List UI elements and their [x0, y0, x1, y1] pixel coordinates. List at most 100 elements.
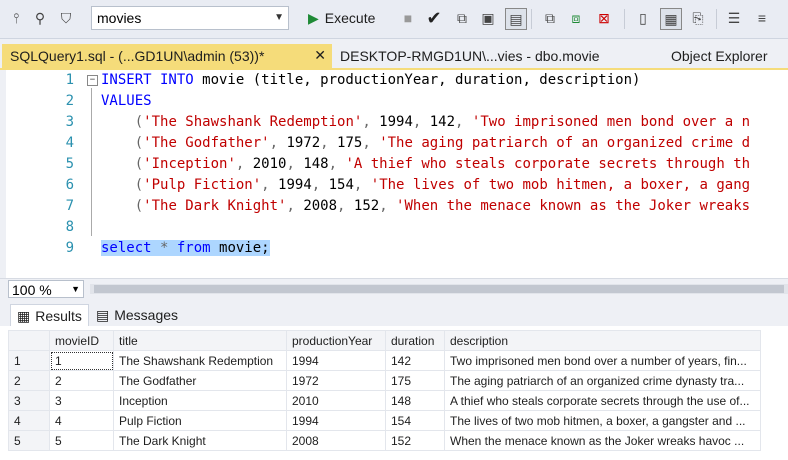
table-cell[interactable]: 1	[49, 350, 114, 371]
table-row[interactable]: 5 5 The Dark Knight 2008 152 When the me…	[8, 430, 761, 451]
tab-object-explorer[interactable]: Object Explorer	[671, 48, 767, 64]
code-text: *	[151, 240, 177, 256]
include-plan-icon[interactable]: ⧈	[566, 8, 586, 28]
row-number[interactable]: 1	[8, 350, 50, 371]
line-number: 1	[65, 72, 74, 88]
pin-icon[interactable]: ⚲	[30, 8, 50, 28]
table-cell[interactable]: 154	[385, 410, 445, 431]
string-literal: 'The Godfather'	[143, 135, 270, 151]
database-select[interactable]: movies ▼	[91, 6, 289, 30]
uncomment-icon[interactable]: ≡	[752, 8, 772, 28]
horizontal-scrollbar[interactable]	[90, 284, 788, 294]
line-number: 7	[65, 198, 74, 214]
code-text: movie;	[210, 240, 270, 256]
string-literal: 'The lives of two mob hitmen, a boxer, a…	[370, 177, 751, 193]
table-cell[interactable]: 175	[385, 370, 445, 391]
table-cell[interactable]: Pulp Fiction	[113, 410, 287, 431]
table-cell[interactable]: 148	[385, 390, 445, 411]
table-cell[interactable]: 142	[385, 350, 445, 371]
table-row[interactable]: 2 2 The Godfather 1972 175 The aging pat…	[8, 370, 761, 391]
tab-results-label: Results	[35, 308, 82, 324]
toolbar-separator	[624, 9, 625, 29]
comment-icon[interactable]: ☰	[724, 8, 744, 28]
query-editor[interactable]: 1 − INSERT INTO movie (title, production…	[0, 70, 788, 278]
number-literal: 154	[328, 177, 354, 193]
row-number[interactable]: 5	[8, 430, 50, 451]
scrollbar-thumb[interactable]	[94, 285, 784, 293]
pin-icon[interactable]: ⫯	[6, 8, 26, 28]
table-cell[interactable]: 3	[49, 390, 114, 411]
keyword: from	[176, 240, 211, 256]
table-cell[interactable]: The aging patriarch of an organized crim…	[444, 370, 761, 391]
chevron-down-icon: ▼	[274, 12, 284, 23]
table-cell[interactable]: 1972	[286, 370, 386, 391]
stop-icon[interactable]: ■	[398, 8, 418, 28]
intellisense-icon[interactable]: ▤	[505, 8, 527, 30]
estimated-plan-icon[interactable]: ⧉	[540, 8, 560, 28]
column-header[interactable]: duration	[385, 330, 445, 351]
table-row[interactable]: 4 4 Pulp Fiction 1994 154 The lives of t…	[8, 410, 761, 431]
results-to-file-icon[interactable]: ⎘	[688, 8, 708, 28]
row-number[interactable]: 4	[8, 410, 50, 431]
string-literal: 'Pulp Fiction'	[143, 177, 262, 193]
results-to-text-icon[interactable]: ▯	[633, 8, 653, 28]
column-header[interactable]: productionYear	[286, 330, 386, 351]
table-row[interactable]: 3 3 Inception 2010 148 A thief who steal…	[8, 390, 761, 411]
tab-movie-table[interactable]: DESKTOP-RMGD1UN\...vies - dbo.movie	[340, 48, 600, 64]
execute-button[interactable]: ▶ Execute	[308, 6, 375, 30]
toolbar: ⫯ ⚲ ⛉ movies ▼ ▶ Execute ■ ✔ ⧉ ▣ ▤ ⧉ ⧈ ⊠…	[0, 0, 788, 39]
tab-sqlquery1[interactable]: SQLQuery1.sql - (...GD1UN\admin (53))* ✕	[2, 44, 332, 68]
zoom-select[interactable]: 100 % ▼	[8, 280, 84, 298]
keyword: VALUES	[101, 93, 152, 109]
column-header[interactable]: description	[444, 330, 761, 351]
table-cell[interactable]: The Dark Knight	[113, 430, 287, 451]
table-cell[interactable]: A thief who steals corporate secrets thr…	[444, 390, 761, 411]
query-options-icon[interactable]: ▣	[478, 8, 498, 28]
keyword: INSERT INTO	[101, 72, 194, 88]
table-cell[interactable]: Inception	[113, 390, 287, 411]
filter-icon[interactable]: ⛉	[56, 8, 76, 28]
database-select-value: movies	[97, 10, 142, 26]
execute-label: Execute	[324, 10, 376, 26]
zoom-value: 100 %	[12, 282, 52, 298]
column-header[interactable]: movieID	[49, 330, 114, 351]
results-grid[interactable]: movieID title productionYear duration de…	[0, 326, 788, 460]
table-cell[interactable]: The Shawshank Redemption	[113, 350, 287, 371]
table-cell[interactable]: 2008	[286, 430, 386, 451]
table-cell[interactable]: The lives of two mob hitmen, a boxer, a …	[444, 410, 761, 431]
table-cell[interactable]: 1994	[286, 350, 386, 371]
row-number-header	[8, 330, 50, 351]
code-line-1: 1 − INSERT INTO movie (title, production…	[0, 70, 641, 91]
close-icon[interactable]: ✕	[314, 47, 326, 64]
row-number[interactable]: 3	[8, 390, 50, 411]
column-header[interactable]: title	[113, 330, 287, 351]
table-cell[interactable]: 152	[385, 430, 445, 451]
row-number[interactable]: 2	[8, 370, 50, 391]
string-literal: 'The Dark Knight'	[143, 198, 287, 214]
checkmark-icon[interactable]: ✔	[424, 8, 444, 28]
toolbar-separator	[531, 9, 532, 29]
table-cell[interactable]: 5	[49, 430, 114, 451]
table-cell[interactable]: When the menace known as the Joker wreak…	[444, 430, 761, 451]
tab-messages[interactable]: ▤ Messages	[96, 304, 178, 326]
live-stats-icon[interactable]: ⊠	[594, 8, 614, 28]
table-cell[interactable]: 2	[49, 370, 114, 391]
table-cell[interactable]: 4	[49, 410, 114, 431]
tab-messages-label: Messages	[114, 307, 179, 323]
number-literal: 175	[337, 135, 363, 151]
result-tabs: ▦ Results ▤ Messages	[0, 302, 788, 327]
line-number: 6	[65, 177, 74, 193]
number-literal: 142	[429, 114, 456, 130]
document-tabs: SQLQuery1.sql - (...GD1UN\admin (53))* ✕…	[0, 44, 788, 68]
tab-results[interactable]: ▦ Results	[10, 304, 89, 327]
table-cell[interactable]: Two imprisoned men bond over a number of…	[444, 350, 761, 371]
table-cell[interactable]: 1994	[286, 410, 386, 431]
results-to-grid-icon[interactable]: ▦	[660, 8, 682, 30]
collapse-icon[interactable]: −	[87, 75, 98, 86]
string-literal: 'Two imprisoned men bond over a n	[471, 114, 751, 130]
query-plan-icon[interactable]: ⧉	[452, 8, 472, 28]
table-cell[interactable]: 2010	[286, 390, 386, 411]
keyword: select	[101, 240, 152, 256]
table-row[interactable]: 1 1 The Shawshank Redemption 1994 142 Tw…	[8, 350, 761, 371]
table-cell[interactable]: The Godfather	[113, 370, 287, 391]
